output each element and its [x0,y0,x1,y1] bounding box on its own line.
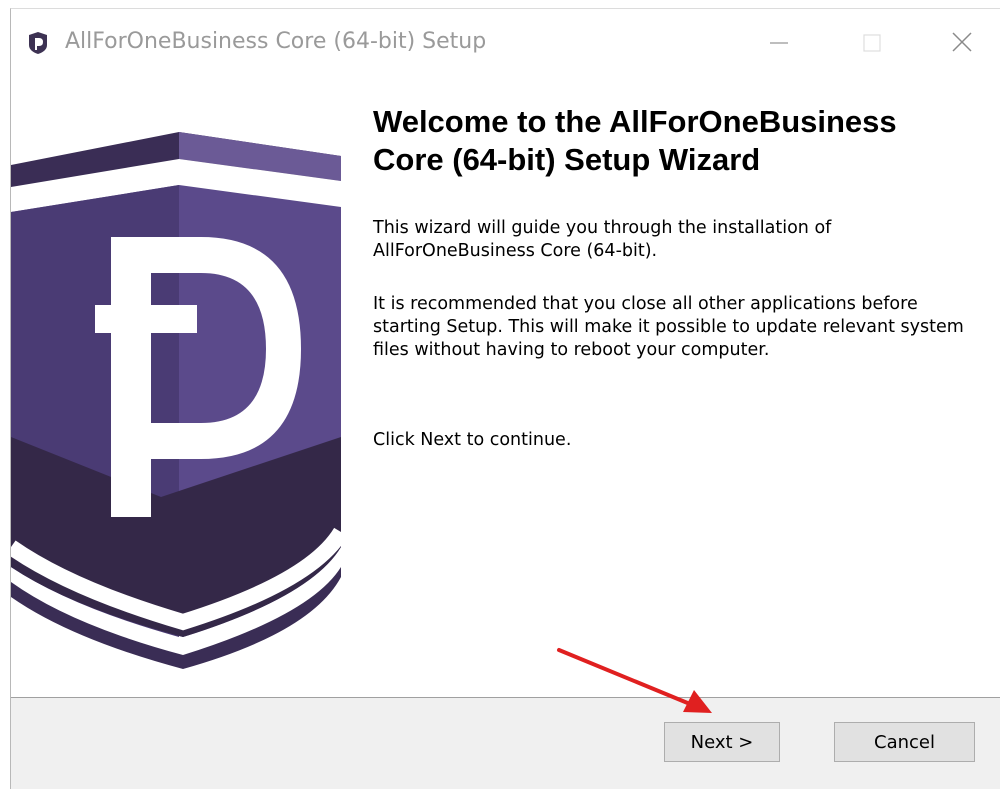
maximize-icon[interactable] [849,23,895,63]
app-shield-icon [27,32,49,54]
wizard-heading: Welcome to the AllForOneBusiness Core (6… [373,104,897,177]
next-button[interactable]: Next > [664,722,780,762]
pivx-shield-logo [11,132,348,669]
recommendation-paragraph: It is recommended that you close all oth… [373,294,964,360]
setup-window: AllForOneBusiness Core (64-bit) Setup We… [10,8,1000,789]
wizard-sidebar-banner [11,77,361,697]
cancel-button[interactable]: Cancel [834,722,975,762]
wizard-content: Welcome to the AllForOneBusiness Core (6… [371,77,991,697]
close-icon[interactable] [939,23,985,63]
title-bar[interactable]: AllForOneBusiness Core (64-bit) Setup [11,9,1000,77]
window-title: AllForOneBusiness Core (64-bit) Setup [65,29,487,54]
continue-instruction: Click Next to continue. [373,430,572,450]
intro-paragraph: This wizard will guide you through the i… [373,218,832,261]
minimize-icon[interactable] [756,23,802,63]
wizard-footer: Next > Cancel [11,698,1000,789]
